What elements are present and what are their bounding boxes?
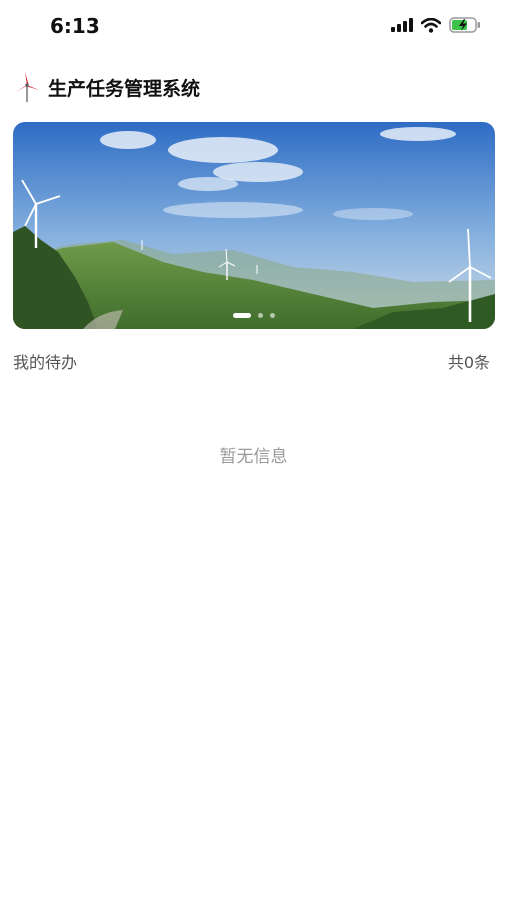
signal-icon <box>391 18 413 32</box>
wifi-icon <box>421 17 441 33</box>
todo-count: 共0条 <box>447 353 490 372</box>
status-bar: 6:13 <box>0 0 507 56</box>
app-title: 生产任务管理系统 <box>48 77 201 100</box>
carousel-dot[interactable] <box>270 313 275 318</box>
todo-header: 我的待办 共0条 <box>13 349 490 373</box>
banner-carousel[interactable] <box>13 122 495 329</box>
carousel-indicators <box>13 313 495 318</box>
status-time: 6:13 <box>50 14 100 38</box>
app-header: 生产任务管理系统 <box>14 70 200 104</box>
carousel-dot[interactable] <box>258 313 263 318</box>
empty-state-text: 暂无信息 <box>219 447 288 467</box>
todo-label: 我的待办 <box>13 353 78 372</box>
banner-image <box>13 122 495 329</box>
status-icons <box>391 17 481 33</box>
wind-turbine-icon <box>16 72 39 102</box>
battery-charging-icon <box>449 17 480 33</box>
carousel-dot-active[interactable] <box>233 313 251 318</box>
